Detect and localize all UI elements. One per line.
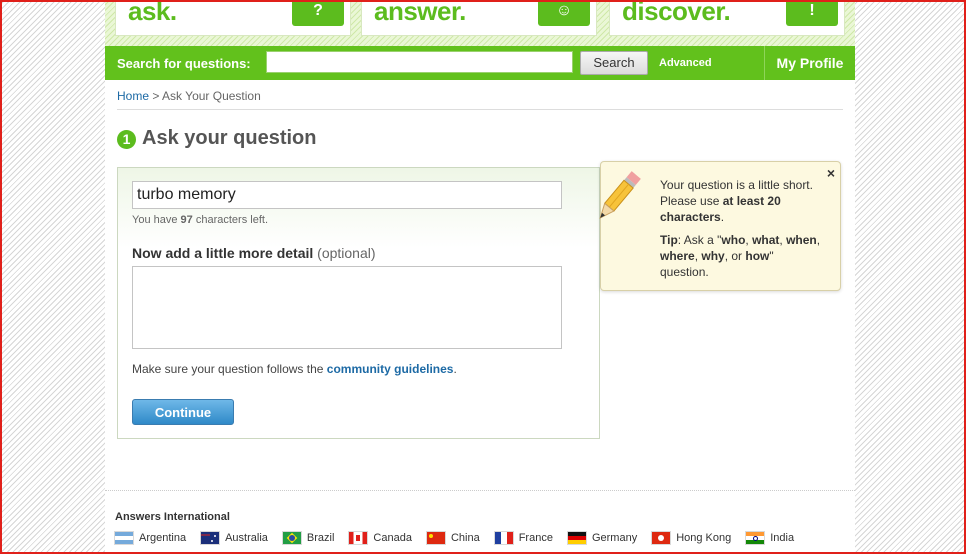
- guidelines-suffix: .: [453, 362, 457, 376]
- international-heading: Answers International: [115, 511, 230, 523]
- breadcrumb: Home > Ask Your Question: [117, 89, 261, 103]
- tile-answer-word: answer.: [374, 0, 466, 26]
- brazil-flag-icon: [282, 532, 301, 544]
- country-label: Hong Kong: [676, 532, 732, 544]
- breadcrumb-home[interactable]: Home: [117, 89, 149, 103]
- hong-kong-flag-icon: [652, 532, 671, 544]
- tip-hint: Tip: Ask a "who, what, when, where, why,…: [660, 233, 821, 279]
- country-label: France: [518, 532, 553, 544]
- question-input[interactable]: [132, 181, 562, 209]
- step-number-badge: 1: [117, 130, 136, 149]
- tip-a: : Ask a ": [677, 233, 722, 247]
- tip-word-when: when: [786, 233, 817, 247]
- chars-count: 97: [180, 214, 193, 226]
- tile-discover[interactable]: discover. !: [609, 0, 845, 36]
- hero-banner: ask. ? answer. ☺ discover. !: [105, 0, 855, 46]
- search-bar: Search for questions: Search Advanced My…: [105, 46, 855, 80]
- tip-word-why: why: [701, 249, 725, 263]
- detail-textarea[interactable]: [132, 266, 562, 349]
- community-guidelines-link[interactable]: community guidelines: [327, 362, 454, 376]
- canada-flag-icon: [349, 532, 368, 544]
- exclamation-icon: !: [786, 0, 838, 26]
- country-label: Argentina: [139, 532, 187, 544]
- search-input[interactable]: [266, 51, 573, 73]
- country-label: Canada: [373, 532, 412, 544]
- country-hong-kong[interactable]: Hong Kong: [652, 532, 731, 544]
- tip-message: Your question is a little short. Please …: [660, 177, 825, 225]
- tip-word-how: how: [745, 249, 770, 263]
- country-label: India: [770, 532, 795, 544]
- search-label: Search for questions:: [117, 56, 251, 71]
- country-label: China: [450, 532, 480, 544]
- germany-flag-icon: [567, 532, 586, 544]
- country-label: Australia: [225, 532, 268, 544]
- detail-optional-text: (optional): [317, 245, 376, 261]
- tip-label: Tip: [660, 233, 678, 247]
- country-china[interactable]: China: [426, 532, 480, 544]
- breadcrumb-current: Ask Your Question: [162, 89, 261, 103]
- china-flag-icon: [426, 532, 445, 544]
- question-form: You have 97 characters left. Now add a l…: [117, 167, 600, 439]
- country-brazil[interactable]: Brazil: [282, 532, 335, 544]
- country-list: Argentina Australia Brazil Canada China …: [115, 532, 809, 544]
- country-argentina[interactable]: Argentina: [115, 532, 186, 544]
- chars-suffix: characters left.: [195, 214, 268, 226]
- tip-callout: × Your question is a little short. Pleas…: [599, 161, 841, 291]
- france-flag-icon: [494, 532, 513, 544]
- country-canada[interactable]: Canada: [349, 532, 412, 544]
- argentina-flag-icon: [115, 532, 133, 544]
- tile-ask-word: ask.: [128, 0, 177, 26]
- advanced-search-link[interactable]: Advanced: [659, 57, 712, 69]
- tip-word-who: who: [721, 233, 746, 247]
- question-mark-icon: ?: [292, 0, 344, 26]
- divider: [117, 109, 843, 110]
- page-title: Ask your question: [142, 127, 317, 149]
- close-icon[interactable]: ×: [827, 165, 835, 181]
- australia-flag-icon: [201, 532, 220, 544]
- pencil-icon: [599, 171, 641, 219]
- my-profile-link[interactable]: My Profile: [764, 46, 855, 80]
- country-france[interactable]: France: [494, 532, 553, 544]
- characters-left-text: You have 97 characters left.: [132, 214, 268, 226]
- tip-msg-c: .: [720, 210, 725, 224]
- tile-ask[interactable]: ask. ?: [115, 0, 351, 36]
- chars-prefix: You have: [132, 214, 178, 226]
- country-india[interactable]: India: [746, 532, 794, 544]
- tile-answer[interactable]: answer. ☺: [361, 0, 597, 36]
- tile-discover-word: discover.: [622, 0, 731, 26]
- guidelines-prefix: Make sure your question follows the: [132, 362, 324, 376]
- india-flag-icon: [746, 532, 765, 544]
- search-button[interactable]: Search: [580, 51, 648, 75]
- smiley-icon: ☺: [538, 0, 590, 26]
- detail-heading-text: Now add a little more detail: [132, 245, 314, 261]
- footer-divider: [105, 490, 855, 491]
- breadcrumb-separator: >: [152, 89, 160, 103]
- tip-word-what: what: [752, 233, 780, 247]
- detail-heading: Now add a little more detail (optional): [132, 245, 376, 261]
- country-australia[interactable]: Australia: [201, 532, 268, 544]
- country-label: Brazil: [306, 532, 335, 544]
- page: ask. ? answer. ☺ discover. ! Search for …: [105, 0, 855, 554]
- tip-word-where: where: [660, 249, 695, 263]
- country-label: Germany: [591, 532, 638, 544]
- guidelines-notice: Make sure your question follows the comm…: [132, 362, 457, 376]
- continue-button[interactable]: Continue: [132, 399, 234, 425]
- country-germany[interactable]: Germany: [567, 532, 638, 544]
